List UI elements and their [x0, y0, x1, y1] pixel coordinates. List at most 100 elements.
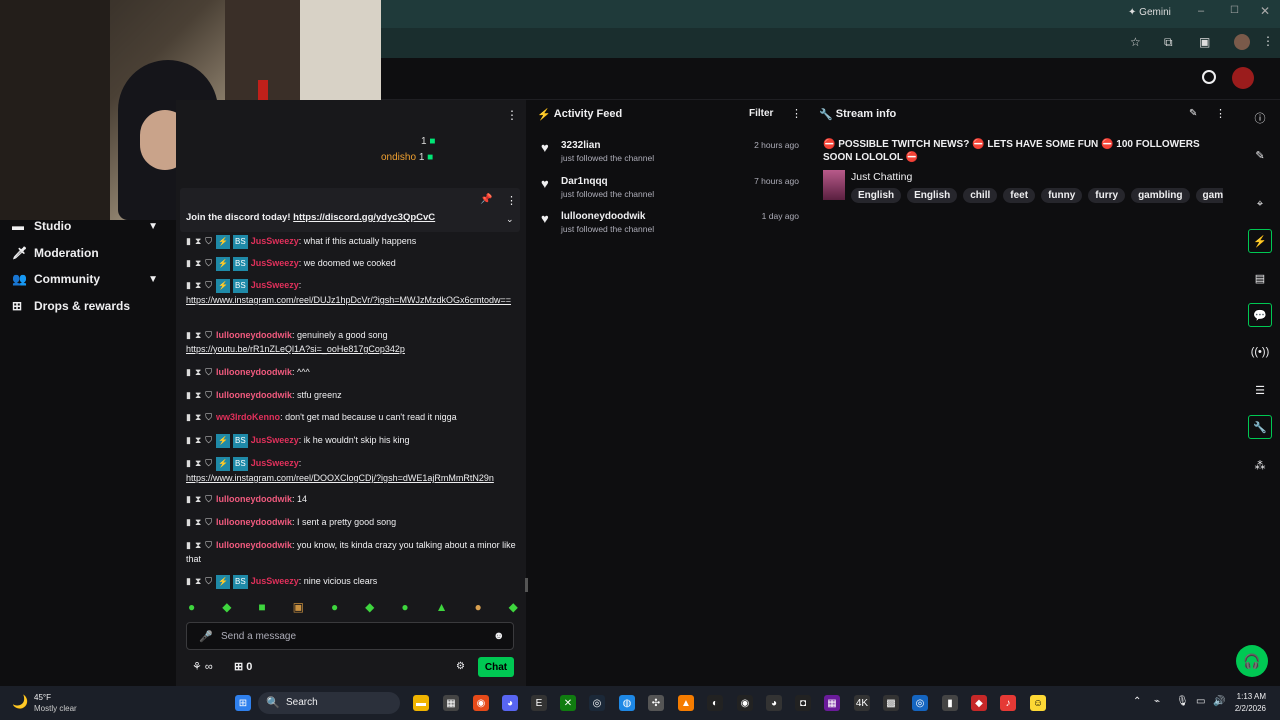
app-icon[interactable]: ▦	[824, 695, 840, 711]
gemini-button[interactable]: ✦ Gemini	[1128, 7, 1171, 18]
emote-icon: ◆	[365, 600, 375, 614]
window-minimize-button[interactable]: –	[1198, 5, 1204, 17]
discord-icon[interactable]: ◕	[502, 695, 518, 711]
microphone-icon[interactable]: 🎤	[199, 630, 213, 643]
tag[interactable]: gambling	[1131, 188, 1190, 203]
emoji-icon[interactable]: ☻	[493, 630, 505, 642]
tag[interactable]: English	[907, 188, 958, 203]
chrome-icon[interactable]: ◉	[473, 695, 489, 711]
tag[interactable]: gaming	[1195, 188, 1223, 203]
chat-input[interactable]: 🎤 Send a message ☻	[186, 622, 514, 650]
music-icon[interactable]: ♪	[1000, 695, 1016, 711]
clock-time[interactable]: 1:13 AM	[1232, 692, 1266, 701]
category-name: Just Chatting	[851, 171, 913, 183]
channel-points-icon[interactable]: ⚘ ∞	[192, 660, 213, 673]
chat-menu-icon[interactable]: ⋮	[506, 108, 518, 122]
chat-message: ▮ ⧗ ⛉ ww3lrdoKenno: don't get mad because u…	[186, 412, 457, 422]
activity-menu-icon[interactable]: ⋮	[791, 107, 802, 120]
apps-icon[interactable]: ⁂	[1248, 453, 1272, 477]
studio-icon: ▬	[12, 219, 24, 233]
discord-link[interactable]: https://discord.gg/ydyc3QpCvC	[293, 212, 435, 223]
app-icon[interactable]: ◆	[971, 695, 987, 711]
windows-start-icon[interactable]: ⊞	[235, 695, 251, 711]
lightning-icon: ⚡	[537, 108, 551, 121]
chevron-down-icon[interactable]: ⌄	[506, 214, 514, 225]
app-icon[interactable]: ◐	[707, 695, 723, 711]
app-icon[interactable]: ☺	[1030, 695, 1046, 711]
star-icon[interactable]: ☆	[1130, 35, 1141, 49]
sidebar-item-studio[interactable]: ▬ Studio ▼	[0, 213, 172, 239]
app-icon[interactable]: ▩	[883, 695, 899, 711]
volume-icon[interactable]: 🔊	[1213, 696, 1225, 707]
wrench-icon[interactable]: 🔧	[1248, 415, 1272, 439]
filter-button[interactable]: Filter	[749, 108, 773, 119]
pinned-menu-icon[interactable]: ⋮	[506, 194, 517, 207]
broadcast-icon[interactable]: ((•))	[1248, 340, 1272, 364]
tag[interactable]: English	[851, 188, 902, 203]
window-maximize-button[interactable]: ☐	[1230, 5, 1239, 16]
chat-send-button[interactable]: Chat	[478, 657, 514, 677]
message-link[interactable]: https://youtu.be/rR1nZLeQl1A?si=_ooHe817…	[186, 344, 405, 354]
app-icon[interactable]: ▲	[678, 695, 694, 711]
pin-icon: 📌	[480, 194, 493, 205]
app-icon[interactable]: ◎	[912, 695, 928, 711]
points-balance[interactable]: ⊞ 0	[234, 660, 252, 673]
extensions-icon[interactable]: ⧉	[1164, 35, 1173, 50]
window-close-button[interactable]: ✕	[1260, 4, 1270, 18]
user-avatar[interactable]	[1232, 67, 1254, 89]
store-icon[interactable]: ▦	[443, 695, 459, 711]
chat-bubble-icon[interactable]: 💬	[1248, 303, 1272, 327]
chat-settings-icon[interactable]: ⚙	[456, 661, 465, 672]
edit-pencil-icon[interactable]: ✎	[1189, 108, 1197, 119]
app-icon[interactable]: ◘	[795, 695, 811, 711]
obs-icon[interactable]: ◉	[737, 695, 753, 711]
tag[interactable]: feet	[1003, 188, 1036, 203]
notifications-icon[interactable]	[1202, 70, 1216, 84]
message-link[interactable]: https://www.instagram.com/reel/DOOXClogC…	[186, 473, 494, 483]
lightning-icon[interactable]: ⚡	[1248, 229, 1272, 253]
message-link[interactable]: https://www.instagram.com/reel/DUJz1hpDc…	[186, 295, 511, 305]
tag[interactable]: chill	[963, 188, 998, 203]
display-icon[interactable]: ▭	[1196, 696, 1205, 707]
emote-picker-row[interactable]: ● ◆ ■ ▣ ● ◆ ● ▲ ● ◆	[188, 600, 518, 618]
gift-box-icon: ⊞	[234, 661, 244, 673]
browser-menu-icon[interactable]: ⋮	[1262, 34, 1274, 48]
tag[interactable]: furry	[1088, 188, 1126, 203]
heart-icon: ♥	[541, 211, 549, 226]
category-boxart	[823, 170, 845, 200]
expand-icon[interactable]: ⌖	[1248, 192, 1272, 216]
pinned-message[interactable]: 📌 ⋮ Join the discord today! https://disc…	[180, 188, 520, 232]
app-icon[interactable]: ◕	[766, 695, 782, 711]
tray-chevron-icon[interactable]: ⌃	[1133, 696, 1141, 707]
sidebar-item-moderation[interactable]: 🗡 Moderation	[0, 240, 172, 266]
layout-icon[interactable]: ☰	[1248, 378, 1272, 402]
mic-tray-icon[interactable]: 🎙	[1176, 696, 1189, 707]
stream-info-menu-icon[interactable]: ⋮	[1215, 107, 1226, 120]
clock-date[interactable]: 2/2/2026	[1232, 704, 1266, 713]
sidebar-item-drops[interactable]: ⊞ Drops & rewards	[0, 293, 172, 319]
chat-message: ▮ ⧗ ⛉ lullooneydoodwik: I sent a pretty goo…	[186, 517, 397, 527]
app-icon[interactable]: ▮	[942, 695, 958, 711]
weather-icon[interactable]: 🌙	[12, 694, 28, 710]
sparkle-icon: ✦	[1128, 7, 1137, 18]
xbox-icon[interactable]: ✕	[560, 695, 576, 711]
network-icon[interactable]: ⌁	[1154, 696, 1160, 707]
tag[interactable]: funny	[1041, 188, 1083, 203]
epic-icon[interactable]: E	[531, 695, 547, 711]
clipboard-icon[interactable]: ▤	[1248, 266, 1272, 290]
app-icon[interactable]: 4K	[854, 695, 870, 711]
profile-avatar[interactable]	[1234, 34, 1250, 50]
steam-icon[interactable]: ◎	[589, 695, 605, 711]
taskbar-search[interactable]: 🔍 Search	[258, 692, 400, 714]
chat-scrollbar[interactable]	[525, 578, 528, 592]
app-icon[interactable]: ✣	[648, 695, 664, 711]
sidebar-item-community[interactable]: 👥 Community ▼	[0, 266, 172, 292]
chat-message: ▮ ⧗ ⛉ lullooneydoodwik: stfu greenz	[186, 390, 342, 400]
file-explorer-icon[interactable]: ▬	[413, 695, 429, 711]
pencil-icon[interactable]: ✎	[1248, 143, 1272, 167]
info-icon[interactable]: ⓘ	[1248, 106, 1272, 130]
emote-icon: ●	[330, 600, 339, 614]
sidepanel-icon[interactable]: ▣	[1199, 35, 1210, 49]
headset-fab-icon[interactable]: 🎧	[1236, 645, 1268, 677]
browser-icon[interactable]: ◍	[619, 695, 635, 711]
